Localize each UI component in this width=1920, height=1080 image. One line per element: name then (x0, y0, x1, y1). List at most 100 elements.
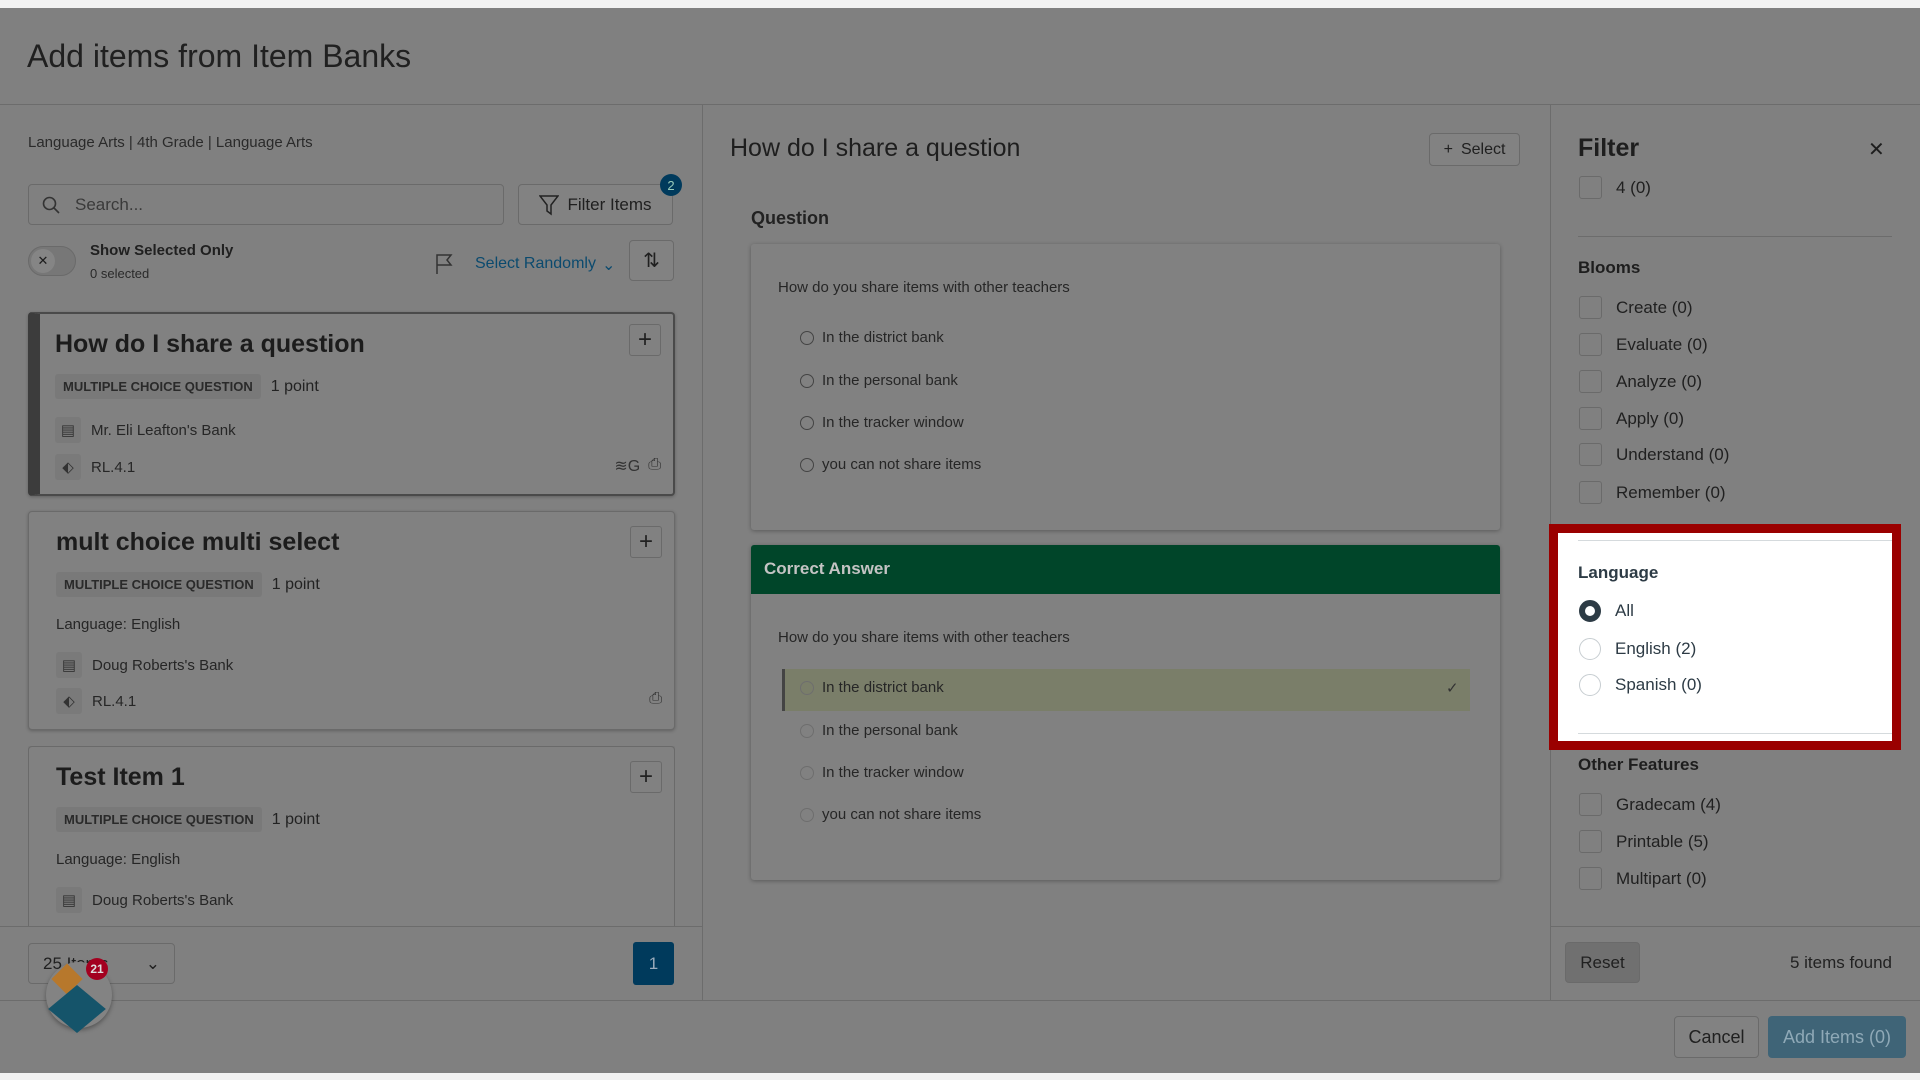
divider (1550, 926, 1920, 927)
print-icon: ⎙ (649, 690, 662, 707)
add-item-button[interactable]: + (630, 526, 662, 558)
filter-checkbox-multipart[interactable]: Multipart (0) (1579, 867, 1707, 890)
select-button[interactable]: + Select (1429, 133, 1520, 166)
filter-count-badge: 2 (660, 174, 682, 196)
bank-icon: ▤ (55, 417, 81, 443)
item-type-tag: MULTIPLE CHOICE QUESTION (56, 572, 262, 597)
item-bank: Mr. Eli Leafton's Bank (91, 421, 236, 439)
item-type-tag: MULTIPLE CHOICE QUESTION (56, 807, 262, 832)
flag-icon (436, 254, 453, 274)
sort-icon: ⇅ (643, 250, 660, 272)
selected-count: 0 selected (90, 266, 150, 281)
answer-option: you can not share items (800, 806, 981, 823)
filter-title: Filter (1578, 134, 1640, 162)
select-randomly-button[interactable]: Select Randomly ⌄ (475, 255, 615, 275)
item-language: Language: English (56, 616, 181, 633)
search-icon (42, 196, 60, 214)
item-card[interactable]: How do I share a question + MULTIPLE CHO… (28, 312, 675, 496)
filter-checkbox-analyze[interactable]: Analyze (0) (1579, 370, 1702, 393)
filter-checkbox[interactable]: 4 (0) (1579, 176, 1651, 199)
check-icon: ✓ (1446, 680, 1459, 697)
blooms-heading: Blooms (1578, 258, 1641, 277)
add-item-button[interactable]: + (630, 761, 662, 793)
question-text: How do you share items with other teache… (778, 629, 1070, 646)
filter-items-label: Filter Items (567, 194, 652, 214)
bank-icon: ▤ (56, 652, 82, 678)
filter-checkbox-understand[interactable]: Understand (0) (1579, 443, 1729, 466)
app-launcher-icon[interactable]: 21 (46, 958, 112, 1034)
x-icon: ✕ (31, 249, 55, 273)
page-1-button[interactable]: 1 (633, 942, 674, 985)
language-filter-highlight (1549, 524, 1901, 750)
item-standard: RL.4.1 (92, 692, 137, 710)
radio-icon (800, 807, 814, 822)
filter-checkbox-remember[interactable]: Remember (0) (1579, 481, 1726, 504)
radio-icon (800, 330, 814, 345)
question-text: How do you share items with other teache… (778, 279, 1070, 296)
radio-icon (800, 765, 814, 780)
reset-button[interactable]: Reset (1565, 942, 1640, 983)
filter-checkbox-evaluate[interactable]: Evaluate (0) (1579, 333, 1708, 356)
add-items-button[interactable]: Add Items (0) (1768, 1016, 1906, 1058)
divider (1578, 733, 1892, 734)
modal-title: Add items from Item Banks (27, 38, 412, 74)
radio-icon (800, 415, 814, 430)
radio-icon (800, 723, 814, 738)
search-input[interactable]: Search... (28, 184, 504, 225)
filter-items-button[interactable]: Filter Items (518, 184, 673, 225)
language-radio-english[interactable]: English (2) (1579, 638, 1696, 660)
item-title: How do I share a question (55, 330, 365, 358)
card-clip: Test Item 1 + MULTIPLE CHOICE QUESTION 1 … (28, 746, 675, 926)
filter-checkbox-create[interactable]: Create (0) (1579, 296, 1693, 319)
item-title: mult choice multi select (56, 528, 340, 556)
sort-button[interactable]: ⇅ (629, 240, 674, 281)
chevron-down-icon: ⌄ (145, 953, 160, 973)
language-radio-all[interactable]: All (1579, 600, 1634, 622)
correct-answer-header: Correct Answer (751, 545, 1500, 594)
answer-option: In the tracker window (800, 764, 964, 781)
divider (0, 1000, 1920, 1001)
item-points: 1 point (271, 575, 320, 593)
item-points: 1 point (271, 810, 320, 828)
answer-option: In the district bank (800, 679, 944, 696)
question-box: How do you share items with other teache… (751, 244, 1500, 530)
other-features-heading: Other Features (1578, 755, 1699, 774)
show-selected-toggle[interactable]: ✕ (28, 246, 76, 276)
item-card[interactable]: mult choice multi select + MULTIPLE CHOI… (28, 511, 675, 730)
select-randomly-label: Select Randomly (475, 255, 596, 272)
item-card[interactable]: Test Item 1 + MULTIPLE CHOICE QUESTION 1 … (28, 746, 675, 926)
filter-checkbox-gradecam[interactable]: Gradecam (4) (1579, 793, 1721, 816)
items-found: 5 items found (1789, 953, 1892, 972)
divider (1578, 540, 1892, 541)
divider (702, 105, 703, 1000)
answer-option: In the personal bank (800, 722, 958, 739)
answer-option: In the district bank (800, 329, 944, 346)
correct-answer-box: Correct Answer How do you share items wi… (751, 545, 1500, 880)
gradecam-icon: ≋G (614, 458, 641, 475)
tag-icon: ⬖ (55, 454, 81, 480)
breadcrumb: Language Arts | 4th Grade | Language Art… (28, 134, 313, 151)
plus-icon: + (1443, 140, 1453, 158)
preview-title: How do I share a question (730, 134, 1021, 162)
close-icon[interactable]: ✕ (1868, 137, 1885, 162)
question-label: Question (751, 208, 830, 228)
divider (1578, 236, 1892, 237)
filter-checkbox-printable[interactable]: Printable (5) (1579, 830, 1709, 853)
notification-badge: 21 (86, 958, 108, 980)
print-icon: ⎙ (648, 456, 661, 473)
cancel-button[interactable]: Cancel (1674, 1016, 1759, 1058)
language-heading: Language (1578, 563, 1659, 582)
item-bank: Doug Roberts's Bank (92, 891, 234, 909)
chevron-down-icon: ⌄ (601, 257, 616, 274)
bank-icon: ▤ (56, 887, 82, 913)
filter-icon (539, 194, 560, 215)
filter-checkbox-apply[interactable]: Apply (0) (1579, 407, 1684, 430)
item-type-tag: MULTIPLE CHOICE QUESTION (55, 374, 261, 399)
language-radio-spanish[interactable]: Spanish (0) (1579, 674, 1702, 696)
add-item-button[interactable]: + (629, 324, 661, 356)
answer-option: In the tracker window (800, 414, 964, 431)
item-bank: Doug Roberts's Bank (92, 656, 234, 674)
answer-option: you can not share items (800, 456, 981, 473)
item-standard: RL.4.1 (91, 458, 136, 476)
radio-icon (800, 457, 814, 472)
